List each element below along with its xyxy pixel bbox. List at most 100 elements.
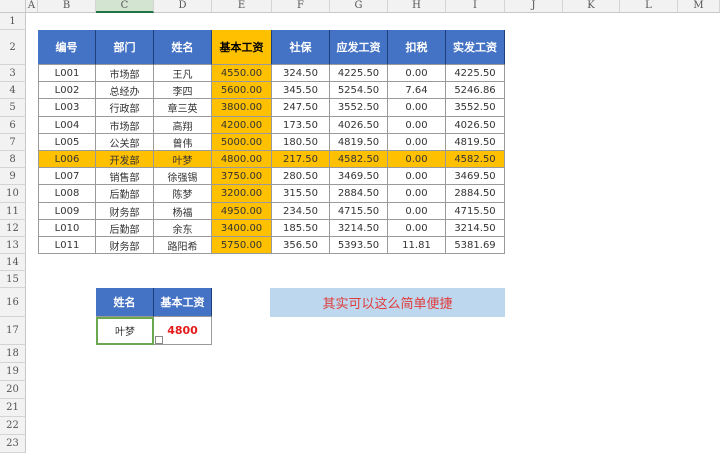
table-cell[interactable]: 财务部 — [96, 203, 154, 220]
table-cell[interactable]: L004 — [38, 117, 96, 134]
column-header-H[interactable]: H — [388, 0, 446, 13]
table-header-cell[interactable]: 扣税 — [388, 30, 446, 65]
table-cell[interactable]: 324.50 — [272, 65, 330, 82]
table-cell[interactable]: 3800.00 — [212, 99, 272, 117]
table-cell[interactable]: 0.00 — [388, 99, 446, 117]
table-cell[interactable]: 陈梦 — [154, 185, 212, 203]
table-header-cell[interactable]: 基本工资 — [212, 30, 272, 65]
column-header-G[interactable]: G — [330, 0, 388, 13]
table-cell[interactable]: 3552.50 — [446, 99, 505, 117]
table-cell[interactable]: 市场部 — [96, 117, 154, 134]
table-cell[interactable]: 0.00 — [388, 203, 446, 220]
table-cell[interactable]: 章三英 — [154, 99, 212, 117]
column-header-I[interactable]: I — [446, 0, 505, 13]
table-cell[interactable]: 4819.50 — [330, 134, 388, 151]
table-cell[interactable]: 4026.50 — [446, 117, 505, 134]
table-cell[interactable]: 5254.50 — [330, 82, 388, 99]
row-header-22[interactable]: 22 — [0, 417, 26, 435]
autofill-handle-icon[interactable] — [155, 336, 163, 344]
column-header-M[interactable]: M — [678, 0, 720, 13]
column-header-K[interactable]: K — [563, 0, 620, 13]
table-cell[interactable]: 3400.00 — [212, 220, 272, 237]
lookup-name-input[interactable]: 叶梦 — [96, 317, 154, 345]
table-cell[interactable]: 4550.00 — [212, 65, 272, 82]
table-cell[interactable]: L007 — [38, 168, 96, 185]
column-header-L[interactable]: L — [620, 0, 678, 13]
table-cell[interactable]: 销售部 — [96, 168, 154, 185]
table-cell[interactable]: 4200.00 — [212, 117, 272, 134]
table-cell[interactable]: 5000.00 — [212, 134, 272, 151]
row-header-2[interactable]: 2 — [0, 30, 26, 65]
table-cell[interactable]: 4715.50 — [446, 203, 505, 220]
table-header-cell[interactable]: 部门 — [96, 30, 154, 65]
table-cell[interactable]: 247.50 — [272, 99, 330, 117]
row-header-7[interactable]: 7 — [0, 134, 26, 151]
select-all-corner[interactable] — [0, 0, 26, 13]
table-cell[interactable]: 4582.50 — [330, 151, 388, 168]
table-cell[interactable]: 0.00 — [388, 117, 446, 134]
table-cell[interactable]: L006 — [38, 151, 96, 168]
row-header-15[interactable]: 15 — [0, 271, 26, 288]
table-cell[interactable]: 315.50 — [272, 185, 330, 203]
table-cell[interactable]: 高翔 — [154, 117, 212, 134]
lookup-header-cell[interactable]: 姓名 — [96, 288, 154, 317]
table-cell[interactable]: 0.00 — [388, 168, 446, 185]
row-header-18[interactable]: 18 — [0, 345, 26, 363]
table-cell[interactable]: 4715.50 — [330, 203, 388, 220]
table-cell[interactable]: 余东 — [154, 220, 212, 237]
table-cell[interactable]: 王凡 — [154, 65, 212, 82]
row-header-3[interactable]: 3 — [0, 65, 26, 82]
table-cell[interactable]: 185.50 — [272, 220, 330, 237]
row-header-21[interactable]: 21 — [0, 399, 26, 417]
table-cell[interactable]: 0.00 — [388, 185, 446, 203]
table-cell[interactable]: 4225.50 — [446, 65, 505, 82]
table-cell[interactable]: 0.00 — [388, 134, 446, 151]
table-header-cell[interactable]: 社保 — [272, 30, 330, 65]
row-header-19[interactable]: 19 — [0, 363, 26, 381]
table-cell[interactable]: 行政部 — [96, 99, 154, 117]
table-cell[interactable]: L008 — [38, 185, 96, 203]
table-cell[interactable]: 总经办 — [96, 82, 154, 99]
row-header-5[interactable]: 5 — [0, 99, 26, 117]
table-cell[interactable]: 4582.50 — [446, 151, 505, 168]
table-cell[interactable]: 3552.50 — [330, 99, 388, 117]
table-cell[interactable]: 李四 — [154, 82, 212, 99]
table-cell[interactable]: 财务部 — [96, 237, 154, 254]
row-header-16[interactable]: 16 — [0, 288, 26, 317]
table-cell[interactable]: 3214.50 — [330, 220, 388, 237]
row-header-8[interactable]: 8 — [0, 151, 26, 168]
row-header-14[interactable]: 14 — [0, 254, 26, 271]
row-header-11[interactable]: 11 — [0, 203, 26, 220]
column-header-J[interactable]: J — [505, 0, 563, 13]
table-cell[interactable]: 路阳希 — [154, 237, 212, 254]
table-cell[interactable]: 公关部 — [96, 134, 154, 151]
table-cell[interactable]: L001 — [38, 65, 96, 82]
table-cell[interactable]: 杨福 — [154, 203, 212, 220]
table-cell[interactable]: 开发部 — [96, 151, 154, 168]
table-cell[interactable]: 3469.50 — [330, 168, 388, 185]
table-header-cell[interactable]: 应发工资 — [330, 30, 388, 65]
table-cell[interactable]: L009 — [38, 203, 96, 220]
table-cell[interactable]: 5750.00 — [212, 237, 272, 254]
row-header-20[interactable]: 20 — [0, 381, 26, 399]
column-header-B[interactable]: B — [38, 0, 96, 13]
table-cell[interactable]: L005 — [38, 134, 96, 151]
row-header-17[interactable]: 17 — [0, 317, 26, 345]
table-header-cell[interactable]: 实发工资 — [446, 30, 505, 65]
table-cell[interactable]: 4800.00 — [212, 151, 272, 168]
table-cell[interactable]: 5381.69 — [446, 237, 505, 254]
table-cell[interactable]: 234.50 — [272, 203, 330, 220]
table-cell[interactable]: L011 — [38, 237, 96, 254]
table-cell[interactable]: 3750.00 — [212, 168, 272, 185]
table-cell[interactable]: 3469.50 — [446, 168, 505, 185]
table-cell[interactable]: 5600.00 — [212, 82, 272, 99]
table-cell[interactable]: 0.00 — [388, 151, 446, 168]
table-header-cell[interactable]: 姓名 — [154, 30, 212, 65]
table-cell[interactable]: 5246.86 — [446, 82, 505, 99]
column-header-D[interactable]: D — [154, 0, 212, 13]
table-cell[interactable]: 345.50 — [272, 82, 330, 99]
row-header-12[interactable]: 12 — [0, 220, 26, 237]
column-header-A[interactable]: A — [26, 0, 38, 13]
table-cell[interactable]: 11.81 — [388, 237, 446, 254]
table-cell[interactable]: 市场部 — [96, 65, 154, 82]
